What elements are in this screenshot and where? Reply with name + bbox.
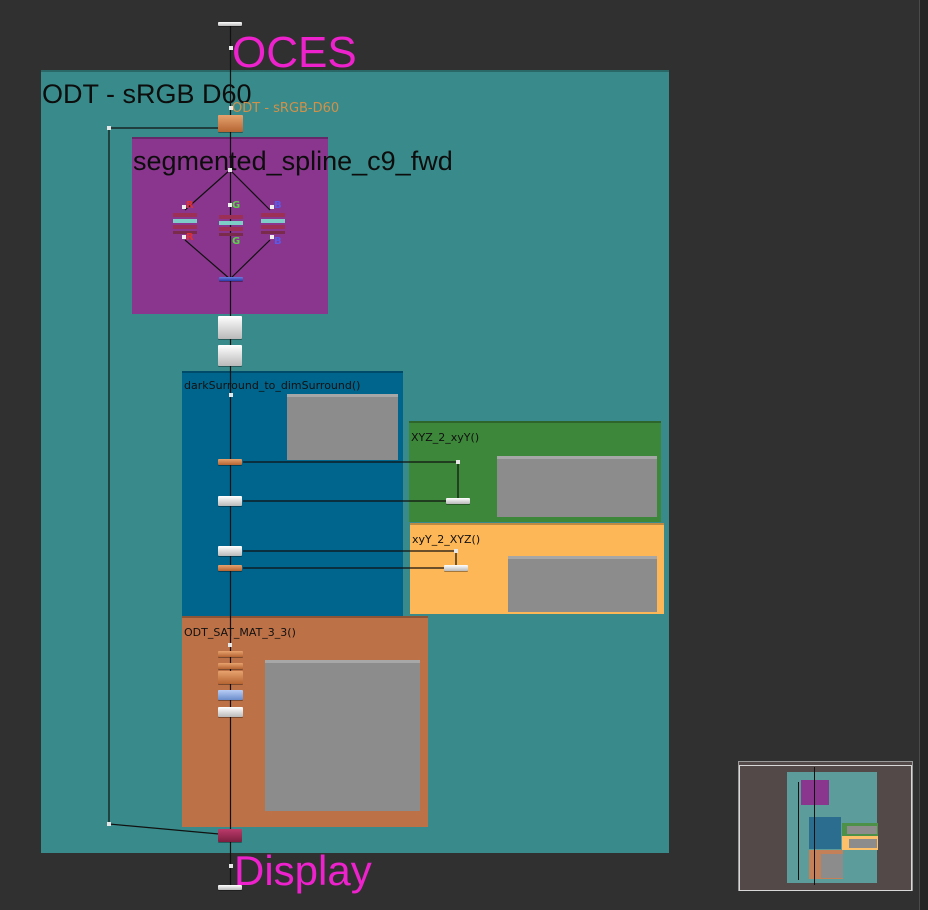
- pipe-dot[interactable]: [456, 460, 460, 464]
- dark-dim-node-3[interactable]: [218, 546, 242, 556]
- display-output-node[interactable]: [218, 885, 242, 890]
- xyz-xyy-node[interactable]: [446, 498, 470, 504]
- sat-mat-node-4[interactable]: [218, 690, 243, 700]
- dark-dim-node-2[interactable]: [218, 496, 242, 506]
- channel-r-node[interactable]: [172, 205, 198, 239]
- channel-g-label-bottom: G: [232, 236, 241, 247]
- channel-b-node[interactable]: [260, 205, 286, 239]
- sat-mat-node-3[interactable]: [218, 671, 243, 684]
- display-node[interactable]: [218, 829, 242, 842]
- channel-r-label-bottom: R: [186, 232, 194, 243]
- channel-b-label-top: B: [274, 200, 282, 211]
- matrix-node-2[interactable]: [218, 345, 242, 366]
- dark-dim-node-4[interactable]: [218, 565, 242, 571]
- display-output-label: Display: [234, 847, 372, 894]
- channel-g-label-top: G: [232, 200, 241, 211]
- dark-dim-node-1[interactable]: [218, 459, 242, 465]
- pipe-dot[interactable]: [228, 643, 232, 647]
- channel-b-label-bottom: B: [274, 236, 282, 247]
- oces-input-node[interactable]: [218, 22, 242, 26]
- pipe-dot[interactable]: [229, 864, 233, 868]
- pipe-dot[interactable]: [454, 549, 458, 553]
- sat-mat-node-2[interactable]: [218, 663, 243, 669]
- minimap[interactable]: [738, 761, 913, 891]
- channel-r-label-top: R: [186, 200, 194, 211]
- sat-mat-node-1[interactable]: [218, 651, 243, 657]
- pipe-dot[interactable]: [229, 46, 233, 50]
- pipe-dot[interactable]: [229, 393, 233, 397]
- pipe-dot[interactable]: [228, 168, 232, 172]
- oces-input-label: OCES: [232, 28, 357, 77]
- sat-mat-node-5[interactable]: [218, 707, 243, 717]
- pipe-dot[interactable]: [107, 126, 111, 130]
- pipe-dot[interactable]: [107, 822, 111, 826]
- xyy-xyz-node[interactable]: [444, 565, 468, 571]
- pipe-dot[interactable]: [229, 106, 233, 110]
- matrix-node-1[interactable]: [218, 316, 242, 339]
- odt-node[interactable]: [218, 115, 243, 132]
- channel-merge-node[interactable]: [219, 277, 243, 281]
